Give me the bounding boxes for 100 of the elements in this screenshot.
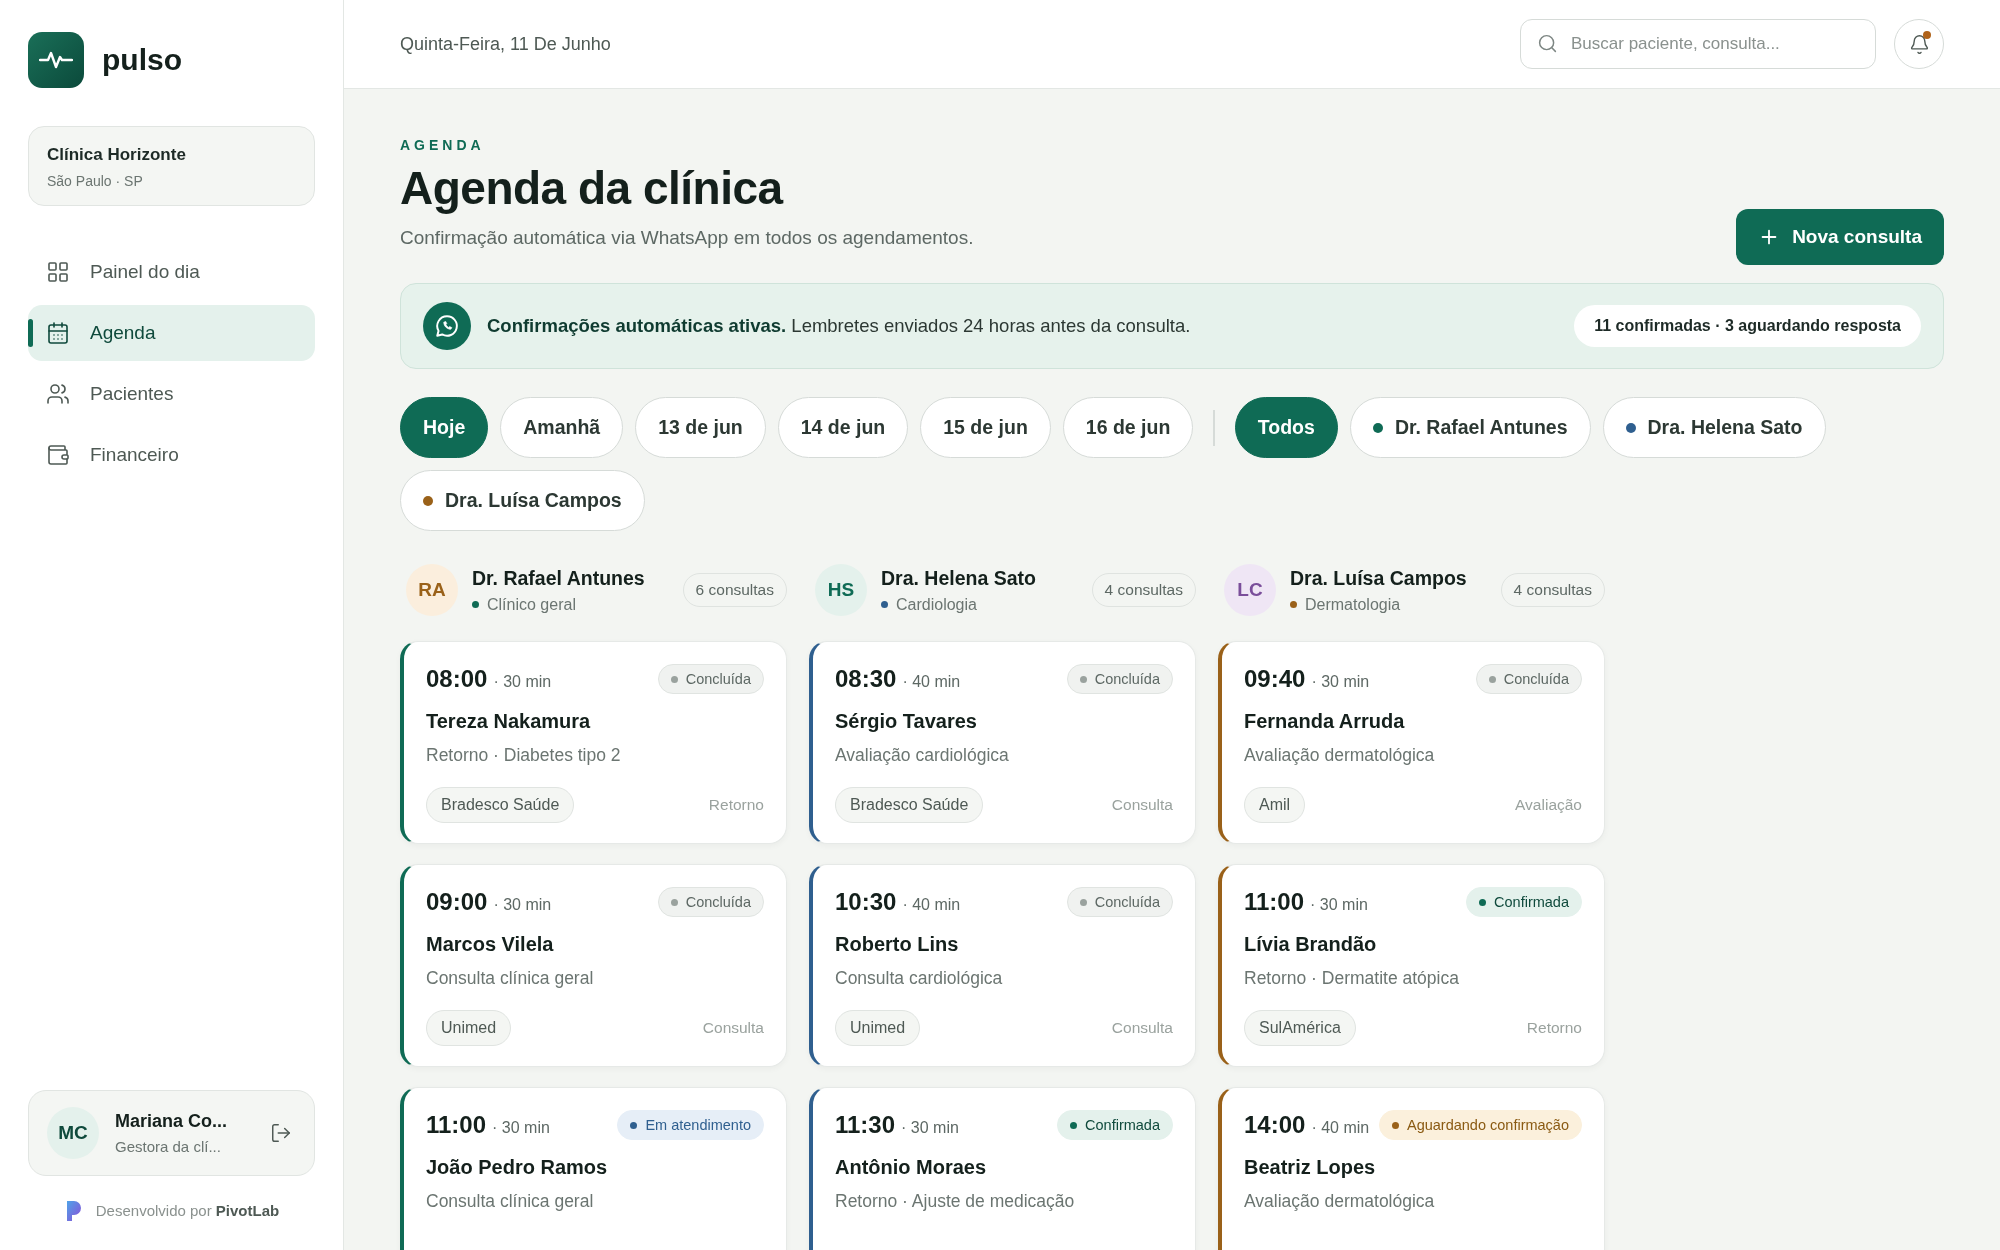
date-filter-chip[interactable]: Hoje (400, 397, 489, 458)
appointment-time: 08:30 (835, 665, 897, 693)
patient-name: Roberto Lins (835, 933, 960, 956)
doctor-specialty: Dermatologia (1305, 595, 1401, 614)
appointment-duration: · 40 min (902, 673, 961, 691)
doctor-specialty: Clínico geral (487, 595, 576, 614)
appointment-duration: · 30 min (493, 896, 552, 914)
doctor-name: Dra. Helena Sato (881, 566, 1037, 590)
appointment-time: 09:40 (1244, 665, 1306, 693)
appointment-description: Consulta clínica geral (426, 1191, 595, 1212)
page-subtitle: Confirmação automática via WhatsApp em todos os agendamentos. (400, 227, 974, 249)
doctor-name: Dr. Rafael Antunes (472, 566, 646, 590)
appointment-description: Consulta clínica geral (426, 968, 595, 989)
appointment-card[interactable]: 08:30 · 40 min Concluída Sérgio Tavares Avaliação cardiológica Bradesco Saúde Consulta (809, 641, 1196, 844)
status-badge: Aguardando confirmação (1378, 1110, 1582, 1140)
doctor-filter-chip[interactable]: Dr. Rafael Antunes (1349, 397, 1591, 458)
nav-item[interactable]: Pacientes (28, 366, 315, 422)
patient-name: Sérgio Tavares (835, 710, 978, 733)
appointment-type: Avaliação (1515, 796, 1582, 814)
patient-name: Marcos Vilela (426, 933, 555, 956)
status-badge: Concluída (1066, 664, 1173, 694)
nav-item[interactable]: Financeiro (28, 427, 315, 483)
appointment-duration: · 40 min (1311, 1119, 1370, 1137)
doctor-name: Dra. Luísa Campos (1290, 566, 1468, 590)
date-filter-chip[interactable]: 13 de jun (635, 397, 766, 458)
new-appointment-button[interactable]: Nova consulta (1736, 209, 1944, 265)
appointment-description: Retorno · Dermatite atópica (1244, 968, 1460, 989)
users-icon (46, 382, 70, 406)
wallet-icon (46, 443, 70, 467)
patient-name: Beatriz Lopes (1244, 1156, 1377, 1179)
confirmation-summary: 11 confirmadas · 3 aguardando resposta (1574, 305, 1921, 347)
appointment-card[interactable]: 10:30 · 40 min Concluída Roberto Lins Consulta cardiológica Unimed Consulta (809, 864, 1196, 1067)
date-filter-chip[interactable]: 16 de jun (1062, 397, 1194, 458)
grid-icon (46, 260, 70, 284)
appointment-type: Consulta (1111, 796, 1173, 814)
user-name: Mariana Co... (115, 1111, 229, 1132)
insurance-tag: Amil (1244, 787, 1306, 823)
appointment-type: Consulta (702, 1019, 764, 1037)
doctor-specialty: Cardiologia (896, 595, 977, 614)
search-icon (1537, 33, 1558, 54)
patient-name: Antônio Moraes (835, 1156, 988, 1179)
appointment-duration: · 30 min (492, 1119, 550, 1137)
appointment-time: 14:00 (1244, 1111, 1306, 1139)
unread-dot (1923, 31, 1931, 39)
insurance-tag: Bradesco Saúde (835, 787, 984, 823)
appointment-card[interactable]: 08:00 · 30 min Concluída Tereza Nakamura Retorno · Diabetes tipo 2 Bradesco Saúde Retorno (400, 641, 787, 844)
insurance-tag: Unimed (426, 1010, 512, 1046)
appointment-time: 11:30 (835, 1111, 896, 1139)
patient-name: João Pedro Ramos (426, 1156, 609, 1179)
appointment-card[interactable]: 09:00 · 30 min Concluída Marcos Vilela Consulta clínica geral Unimed Consulta (400, 864, 787, 1067)
notifications-button[interactable] (1894, 19, 1944, 69)
appointment-time: 11:00 (1244, 888, 1305, 916)
doctor-filter-chip[interactable]: Dra. Luísa Campos (400, 470, 645, 531)
appointment-type: Consulta (1111, 1019, 1173, 1037)
appointment-description: Avaliação dermatológica (1244, 745, 1436, 766)
nav-item[interactable]: Agenda (28, 305, 315, 361)
clinic-card[interactable]: Clínica Horizonte São Paulo · SP (28, 126, 315, 206)
appointment-duration: · 30 min (493, 673, 552, 691)
status-badge: Concluída (657, 887, 764, 917)
active-indicator (28, 319, 33, 347)
appointment-card[interactable]: 11:00 · 30 min Em atendimento João Pedro Ramos Consulta clínica geral (400, 1087, 787, 1250)
appointment-card[interactable]: 11:00 · 30 min Confirmada Lívia Brandão Retorno · Dermatite atópica SulAmérica Retorno (1218, 864, 1605, 1067)
appointment-card[interactable]: 11:30 · 30 min Confirmada Antônio Moraes Retorno · Ajuste de medicação (809, 1087, 1196, 1250)
status-badge: Confirmada (1466, 887, 1582, 917)
status-badge: Concluída (657, 664, 764, 694)
doctor-avatar: LC (1224, 564, 1276, 616)
appointment-description: Avaliação cardiológica (835, 745, 1010, 766)
appointment-duration: · 30 min (901, 1119, 959, 1137)
pulse-logo-icon (28, 32, 84, 88)
date-filter-chip[interactable]: 14 de jun (777, 397, 909, 458)
appointment-time: 10:30 (835, 888, 897, 916)
appointment-card[interactable]: 14:00 · 40 min Aguardando confirmação Beatriz Lopes Avaliação dermatológica (1218, 1087, 1605, 1250)
bell-icon (1908, 33, 1930, 55)
status-badge: Em atendimento (617, 1110, 764, 1140)
appointment-duration: · 30 min (1310, 896, 1368, 914)
search-field[interactable]: Buscar paciente, consulta... (1520, 19, 1876, 69)
insurance-tag: Unimed (835, 1010, 921, 1046)
chat-bubble-icon (423, 302, 471, 350)
appointment-description: Avaliação dermatológica (1244, 1191, 1436, 1212)
clinic-location: São Paulo · SP (47, 173, 144, 189)
current-date: Quinta-Feira, 11 De Junho (400, 33, 611, 55)
doctor-avatar: RA (406, 564, 458, 616)
status-badge: Concluída (1475, 664, 1582, 694)
insurance-tag: Bradesco Saúde (426, 787, 575, 823)
page-title: Agenda da clínica (400, 161, 785, 215)
doctor-filter-chip[interactable]: Todos (1234, 397, 1338, 458)
status-badge: Concluída (1066, 887, 1173, 917)
date-filter-chip[interactable]: 15 de jun (920, 397, 1051, 458)
user-avatar: MC (47, 1107, 99, 1159)
appointment-card[interactable]: 09:40 · 30 min Concluída Fernanda Arruda Avaliação dermatológica Amil Avaliação (1218, 641, 1605, 844)
banner-message: Confirmações automáticas ativas. Lembretes enviados 24 horas antes da consulta. (487, 315, 1192, 337)
doctor-filter-chip[interactable]: Dra. Helena Sato (1602, 397, 1826, 458)
appointment-description: Retorno · Diabetes tipo 2 (426, 745, 622, 766)
appointment-type: Retorno (708, 796, 764, 814)
appointment-type: Retorno (1526, 1019, 1582, 1037)
date-filter-chip[interactable]: Amanhã (500, 397, 624, 458)
appointment-time: 09:00 (426, 888, 488, 916)
nav-item[interactable]: Painel do dia (28, 244, 315, 300)
insurance-tag: SulAmérica (1244, 1010, 1356, 1046)
appointment-time: 08:00 (426, 665, 488, 693)
